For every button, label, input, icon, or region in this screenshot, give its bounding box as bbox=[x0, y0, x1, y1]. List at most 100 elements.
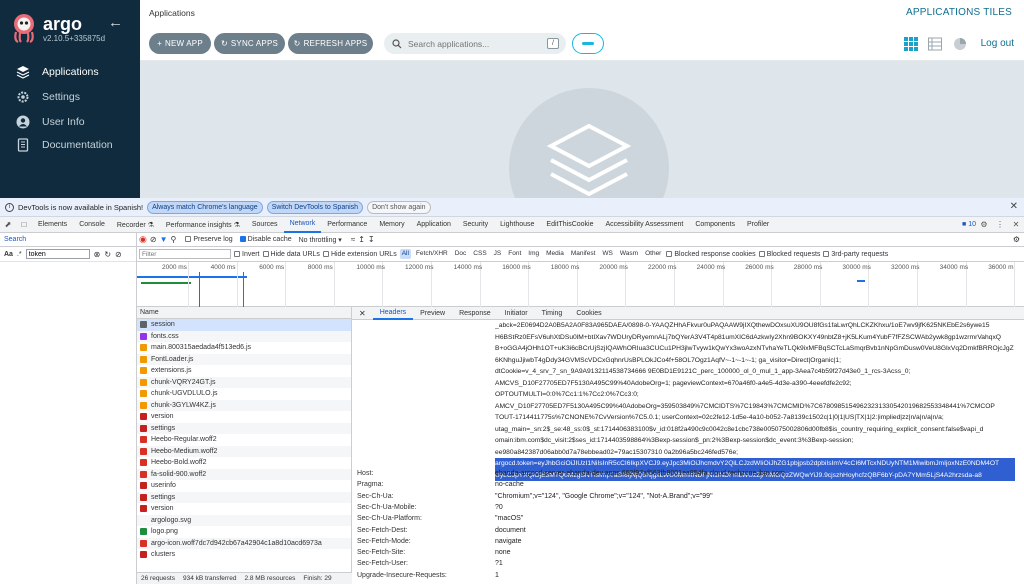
clear-icon[interactable]: ⊘ bbox=[150, 235, 157, 244]
request-row[interactable]: settings bbox=[137, 422, 351, 434]
request-row[interactable]: chunk-UGVDLULO.js bbox=[137, 388, 351, 400]
close-icon[interactable]: ✕ bbox=[1010, 201, 1018, 212]
inspect-icon[interactable]: ⬈ bbox=[0, 217, 16, 233]
network-settings-icon[interactable]: ⚙ bbox=[1013, 235, 1020, 244]
match-language-button[interactable]: Always match Chrome's language bbox=[147, 200, 263, 214]
dont-show-again-button[interactable]: Don't show again bbox=[367, 200, 431, 214]
request-row[interactable]: version bbox=[137, 411, 351, 423]
sidebar-item-settings[interactable]: Settings bbox=[0, 86, 140, 108]
wifi-icon[interactable]: ≈ bbox=[351, 235, 355, 244]
request-row[interactable]: userinfo bbox=[137, 480, 351, 492]
tiles-view-icon[interactable] bbox=[904, 37, 918, 51]
request-row[interactable]: chunk-3GYLW4KZ.js bbox=[137, 399, 351, 411]
preserve-log-checkbox[interactable]: Preserve log bbox=[185, 236, 233, 243]
tab-lighthouse[interactable]: Lighthouse bbox=[494, 217, 540, 233]
filter-type-manifest[interactable]: Manifest bbox=[569, 249, 598, 259]
blocked-response-cookies-checkbox[interactable]: Blocked response cookies bbox=[666, 251, 756, 258]
import-icon[interactable]: ↥ bbox=[358, 235, 365, 244]
tab-sources[interactable]: Sources bbox=[246, 217, 284, 233]
invert-checkbox[interactable]: Invert bbox=[234, 251, 260, 258]
hide-data-urls-checkbox[interactable]: Hide data URLs bbox=[262, 251, 320, 258]
network-timeline[interactable]: 2000 ms 4000 ms 6000 ms 8000 ms 10000 ms 1200… bbox=[137, 262, 1024, 307]
filter-type-js[interactable]: JS bbox=[492, 249, 504, 259]
filter-type-media[interactable]: Media bbox=[544, 249, 566, 259]
record-icon[interactable]: ◉ bbox=[139, 234, 147, 245]
request-row[interactable]: argologo.svg bbox=[137, 514, 351, 526]
blocked-requests-checkbox[interactable]: Blocked requests bbox=[758, 251, 820, 258]
hide-extension-urls-checkbox[interactable]: Hide extension URLs bbox=[322, 251, 397, 258]
tab-accessibility-assessment[interactable]: Accessibility Assessment bbox=[600, 217, 690, 233]
refresh-apps-button[interactable]: ↻ REFRESH APPS bbox=[288, 33, 373, 54]
request-row[interactable]: Heebo-Regular.woff2 bbox=[137, 434, 351, 446]
filter-type-font[interactable]: Font bbox=[506, 249, 523, 259]
filter-type-ws[interactable]: WS bbox=[600, 249, 614, 259]
request-row[interactable]: Heebo-Medium.woff2 bbox=[137, 445, 351, 457]
tab-performance[interactable]: Performance bbox=[321, 217, 373, 233]
filter-type-fetch-xhr[interactable]: Fetch/XHR bbox=[414, 249, 450, 259]
tab-preview[interactable]: Preview bbox=[413, 307, 452, 320]
filter-input[interactable] bbox=[139, 249, 231, 259]
request-row[interactable]: main.800315aedada4f513ed6.js bbox=[137, 342, 351, 354]
request-row[interactable]: settings bbox=[137, 491, 351, 503]
regex-icon[interactable]: .* bbox=[17, 251, 22, 258]
sidebar-item-user-info[interactable]: User Info bbox=[0, 111, 140, 133]
request-row[interactable]: version bbox=[137, 503, 351, 515]
tab-network[interactable]: Network bbox=[283, 217, 322, 233]
request-row[interactable]: chunk-VQRY24GT.js bbox=[137, 376, 351, 388]
third-party-checkbox[interactable]: 3rd-party requests bbox=[823, 251, 888, 258]
request-row[interactable]: clusters bbox=[137, 549, 351, 561]
filter-type-wasm[interactable]: Wasm bbox=[618, 249, 640, 259]
filter-type-img[interactable]: Img bbox=[526, 249, 541, 259]
clear-results-icon[interactable]: ⊘ bbox=[115, 250, 122, 259]
filter-type-doc[interactable]: Doc bbox=[453, 249, 469, 259]
more-options-icon[interactable]: ⋮ bbox=[992, 217, 1008, 233]
tab-application[interactable]: Application bbox=[411, 217, 457, 233]
tab-timing[interactable]: Timing bbox=[535, 307, 570, 320]
tab-profiler[interactable]: Profiler bbox=[741, 217, 775, 233]
request-row[interactable]: logo.png bbox=[137, 526, 351, 538]
filter-type-css[interactable]: CSS bbox=[471, 249, 488, 259]
sidebar-item-documentation[interactable]: Documentation bbox=[0, 134, 140, 156]
tab-console[interactable]: Console bbox=[73, 217, 111, 233]
tab-components[interactable]: Components bbox=[689, 217, 741, 233]
throttling-select[interactable]: No throttling ▾ bbox=[299, 236, 342, 244]
device-toolbar-icon[interactable]: □ bbox=[16, 217, 32, 233]
filter-type-all[interactable]: All bbox=[399, 249, 411, 259]
filter-type-other[interactable]: Other bbox=[643, 249, 663, 259]
filter-icon[interactable]: ▼ bbox=[160, 235, 168, 244]
export-icon[interactable]: ↧ bbox=[368, 235, 375, 244]
switch-spanish-button[interactable]: Switch DevTools to Spanish bbox=[266, 200, 364, 214]
tab-elements[interactable]: Elements bbox=[32, 217, 73, 233]
tab-recorder[interactable]: Recorder ⚗ bbox=[111, 217, 160, 233]
filter-toggle-button[interactable] bbox=[572, 33, 604, 54]
list-view-icon[interactable] bbox=[928, 37, 942, 51]
tab-security[interactable]: Security bbox=[457, 217, 494, 233]
tab-initiator[interactable]: Initiator bbox=[498, 307, 535, 320]
search-pane-title[interactable]: Search bbox=[0, 233, 136, 247]
match-case-icon[interactable]: Aa bbox=[4, 251, 13, 258]
search-query-input[interactable] bbox=[25, 249, 90, 259]
tab-editthiscookie[interactable]: EditThisCookie bbox=[540, 217, 599, 233]
issues-badge[interactable]: ■ 10 bbox=[962, 221, 976, 228]
tab-response[interactable]: Response bbox=[452, 307, 498, 320]
request-row[interactable]: Heebo-Bold.woff2 bbox=[137, 457, 351, 469]
breadcrumb[interactable]: Applications bbox=[149, 8, 195, 18]
request-row[interactable]: extensions.js bbox=[137, 365, 351, 377]
tab-headers[interactable]: Headers bbox=[372, 307, 414, 320]
close-detail-icon[interactable]: ✕ bbox=[352, 307, 373, 320]
sidebar-item-applications[interactable]: Applications bbox=[0, 61, 140, 83]
disable-cache-checkbox[interactable]: Disable cache bbox=[239, 236, 292, 243]
clear-icon[interactable]: ⊗ bbox=[94, 250, 101, 259]
logout-link[interactable]: Log out bbox=[981, 38, 1014, 49]
request-row[interactable]: fonts.css bbox=[137, 330, 351, 342]
tab-cookies[interactable]: Cookies bbox=[569, 307, 608, 320]
refresh-icon[interactable]: ↻ bbox=[104, 250, 111, 259]
gear-icon[interactable]: ⚙ bbox=[976, 217, 992, 233]
search-icon[interactable]: ⚲ bbox=[170, 235, 176, 244]
tab-performance-insights[interactable]: Performance insights ⚗ bbox=[160, 217, 246, 233]
request-row[interactable]: argo-icon.woff7dc7d942cb67a42904c1a8d10a… bbox=[137, 537, 351, 549]
summary-view-icon[interactable] bbox=[953, 37, 967, 51]
tab-memory[interactable]: Memory bbox=[373, 217, 410, 233]
search-input[interactable] bbox=[408, 38, 538, 49]
collapse-sidebar-icon[interactable]: ← bbox=[108, 14, 123, 31]
